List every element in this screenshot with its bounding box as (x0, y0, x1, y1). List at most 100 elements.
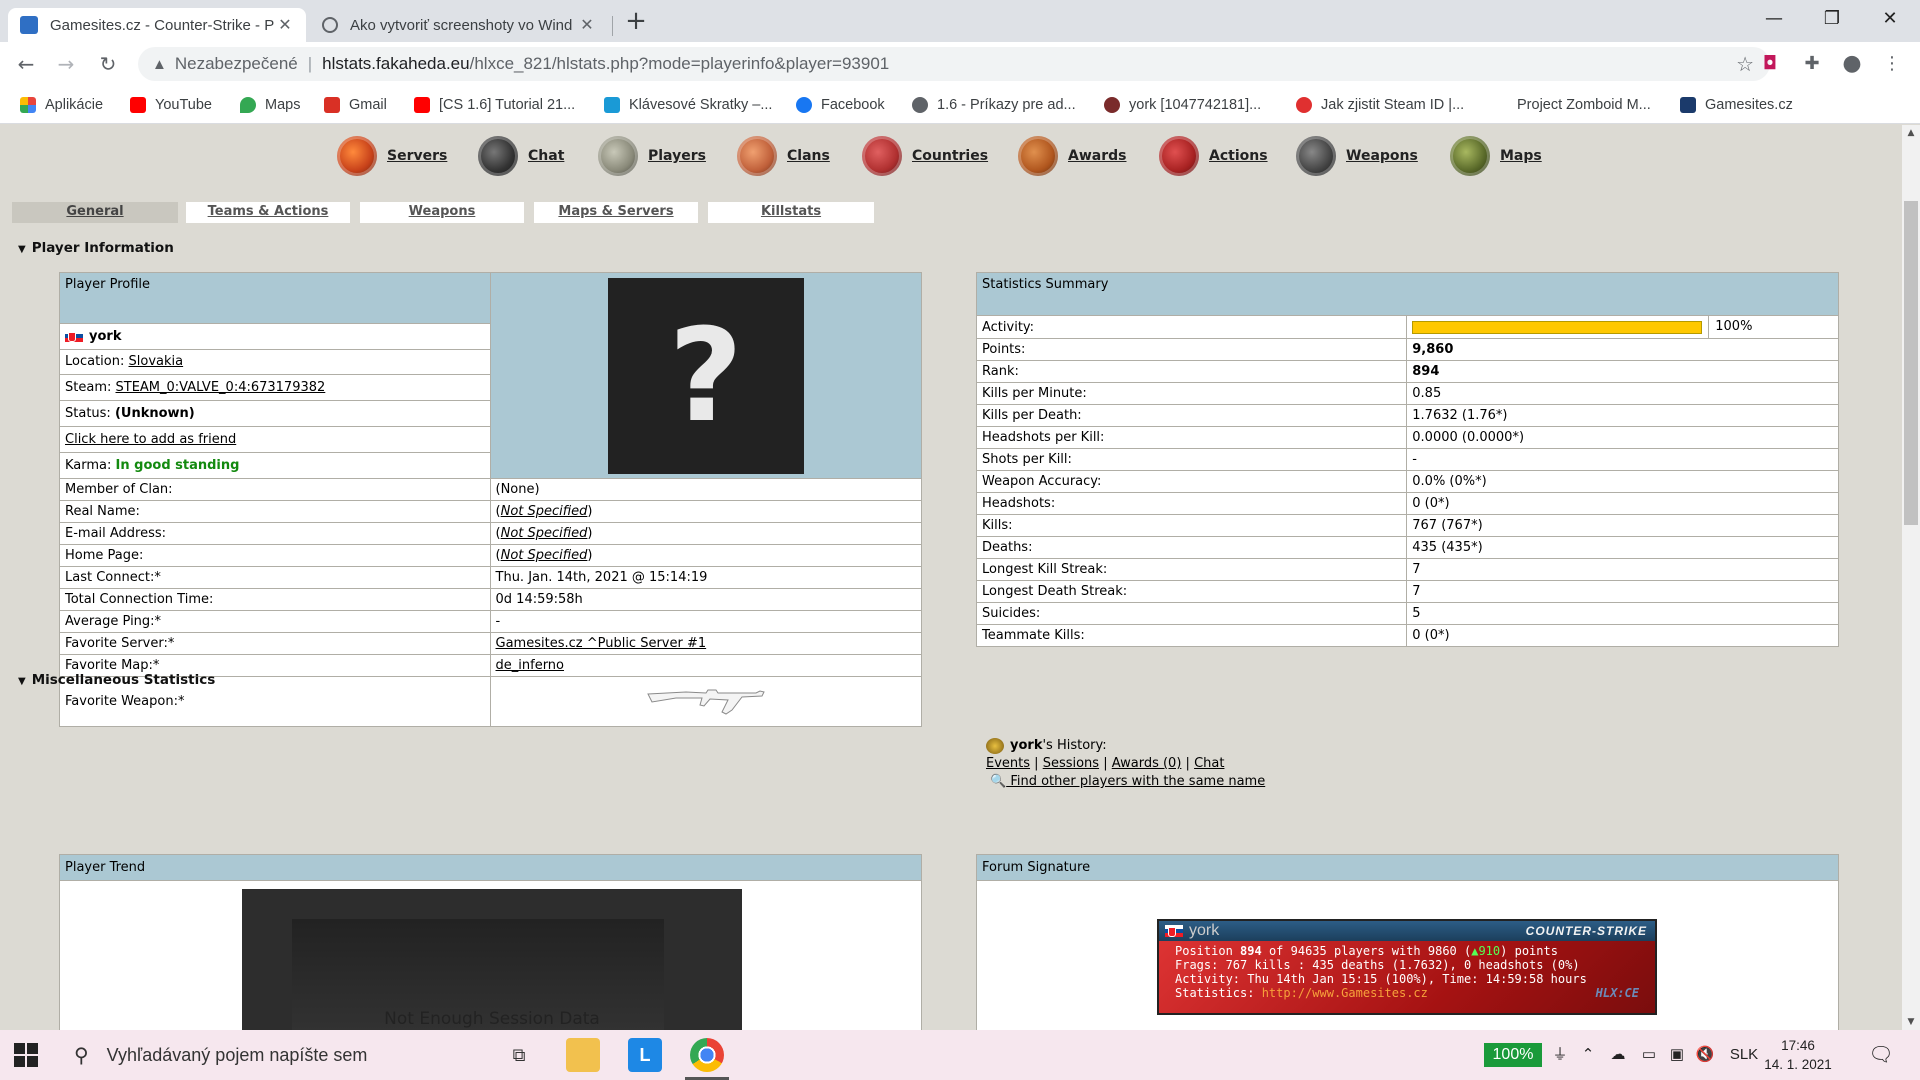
maximize-button[interactable]: ❐ (1804, 0, 1860, 38)
location-link[interactable]: Slovakia (129, 354, 184, 369)
tab-killstats[interactable]: Killstats (708, 202, 874, 223)
favorite-map-link[interactable]: de_inferno (496, 658, 565, 673)
language-indicator[interactable]: SLK (1726, 1030, 1762, 1080)
browser-tab[interactable]: Ako vytvoriť screenshoty vo Wind ✕ (310, 8, 608, 42)
nav-chat[interactable]: Chat (478, 133, 564, 179)
bookmark-facebook[interactable]: Facebook (796, 95, 885, 115)
history-awards-link[interactable]: Awards (0) (1112, 756, 1182, 771)
not-specified-link[interactable]: Not Specified (501, 548, 588, 563)
status-label: Status: (65, 406, 111, 422)
tab-weapons[interactable]: Weapons (360, 202, 524, 223)
bookmark-gmail[interactable]: Gmail (324, 95, 387, 115)
stat-value: 435 (435*) (1406, 536, 1839, 559)
tab-general[interactable]: General (12, 202, 178, 223)
gmail-icon (324, 97, 340, 113)
bookmark-cs-tutorial[interactable]: [CS 1.6] Tutorial 21... (414, 95, 575, 115)
browser-tab-strip: Gamesites.cz - Counter-Strike - P ✕ Ako … (0, 0, 1920, 42)
browser-tab-active[interactable]: Gamesites.cz - Counter-Strike - P ✕ (8, 8, 306, 42)
close-tab-icon[interactable]: ✕ (276, 15, 294, 35)
new-tab-button[interactable]: + (622, 6, 650, 36)
nav-maps[interactable]: Maps (1450, 133, 1542, 179)
sig-text: ) points (1500, 944, 1558, 958)
steam-id-link[interactable]: STEAM_0:VALVE_0:4:673179382 (116, 380, 326, 395)
taskbar-clock[interactable]: 17:46 14. 1. 2021 (1762, 1036, 1834, 1074)
not-specified-link[interactable]: Not Specified (501, 526, 588, 541)
forward-arrow-icon[interactable]: → (50, 48, 82, 80)
scrollbar-thumb[interactable] (1904, 201, 1918, 525)
stat-label: Kills per Death: (975, 404, 1408, 427)
menu-kebab-icon[interactable]: ⋮ (1880, 52, 1904, 76)
nav-weapons[interactable]: Weapons (1296, 133, 1418, 179)
volume-muted-icon[interactable]: 🔇 (1692, 1030, 1718, 1080)
taskbar-search[interactable]: ⚲ Vyhľadávaný pojem napíšte sem (60, 1030, 490, 1080)
power-plug-icon[interactable]: ⏚ (1548, 1030, 1572, 1080)
network-icon[interactable]: ▣ (1664, 1030, 1690, 1080)
ak47-rifle-icon[interactable] (646, 682, 766, 718)
history-chat-link[interactable]: Chat (1194, 756, 1224, 771)
tab-maps-servers[interactable]: Maps & Servers (534, 202, 698, 223)
address-bar[interactable]: ▲ Nezabezpečené | hlstats.fakaheda.eu/hl… (138, 47, 1770, 81)
nav-servers[interactable]: Servers (337, 133, 447, 179)
activity-label: Activity: (975, 315, 1408, 339)
battery-icon[interactable]: ▭ (1636, 1030, 1662, 1080)
actions-icon (1159, 136, 1199, 176)
profile-row-value: - (489, 610, 923, 633)
history-events-link[interactable]: Events (986, 756, 1030, 771)
bookmark-youtube[interactable]: YouTube (130, 95, 212, 115)
onedrive-cloud-icon[interactable]: ☁ (1604, 1030, 1632, 1080)
stat-label: Points: (975, 338, 1408, 361)
windows-taskbar: ⚲ Vyhľadávaný pojem napíšte sem ⧉ L 100%… (0, 1030, 1920, 1080)
page-scrollbar[interactable]: ▲ ▼ (1902, 125, 1920, 1030)
nav-countries[interactable]: Countries (862, 133, 988, 179)
add-friend-link[interactable]: Click here to add as friend (65, 432, 236, 447)
minimize-button[interactable]: — (1746, 0, 1802, 38)
stat-value: 0 (0*) (1406, 624, 1839, 647)
l-app-icon[interactable]: L (628, 1038, 662, 1072)
section-misc-statistics[interactable]: ▼ Miscellaneous Statistics (18, 672, 215, 688)
back-arrow-icon[interactable]: ← (10, 48, 42, 80)
windows-start-icon[interactable] (14, 1043, 38, 1067)
bookmark-maps[interactable]: Maps (240, 95, 300, 115)
close-window-button[interactable]: ✕ (1862, 0, 1918, 38)
nav-awards[interactable]: Awards (1018, 133, 1126, 179)
tab-teams-actions[interactable]: Teams & Actions (186, 202, 350, 223)
bookmark-steam-id[interactable]: Jak zjistit Steam ID |... (1296, 95, 1464, 115)
scroll-up-arrow-icon[interactable]: ▲ (1902, 125, 1920, 141)
notifications-icon[interactable]: 🗨 (1866, 1030, 1896, 1080)
nav-actions[interactable]: Actions (1159, 133, 1268, 179)
bookmark-york[interactable]: york [1047742181]... (1104, 95, 1261, 115)
nav-clans[interactable]: Clans (737, 133, 830, 179)
activity-percent: 100% (1708, 316, 1752, 338)
bookmark-prikazy[interactable]: 1.6 - Príkazy pre ad... (912, 95, 1076, 115)
extensions-puzzle-icon[interactable]: ✚ (1800, 52, 1824, 76)
chrome-icon[interactable] (690, 1038, 724, 1072)
bookmark-gamesites[interactable]: Gamesites.cz (1680, 95, 1793, 115)
chevron-up-icon[interactable]: ⌃ (1576, 1030, 1600, 1080)
nav-players[interactable]: Players (598, 133, 706, 179)
not-specified-link[interactable]: Not Specified (501, 504, 588, 519)
bookmark-zomboid[interactable]: Project Zomboid M... (1492, 95, 1651, 115)
close-tab-icon[interactable]: ✕ (578, 15, 596, 35)
scroll-down-arrow-icon[interactable]: ▼ (1902, 1014, 1920, 1030)
bookmark-skratky[interactable]: Klávesové Skratky –... (604, 95, 772, 115)
section-player-information[interactable]: ▼ Player Information (18, 240, 174, 256)
task-view-icon[interactable]: ⧉ (502, 1038, 536, 1072)
activity-cell: 100% (1406, 315, 1839, 339)
battery-indicator[interactable]: 100% (1484, 1043, 1542, 1067)
favorite-server-link[interactable]: Gamesites.cz ^Public Server #1 (496, 636, 707, 651)
bookmark-star-icon[interactable]: ☆ (1736, 52, 1754, 77)
history-sessions-link[interactable]: Sessions (1043, 756, 1099, 771)
profile-row-label: Member of Clan: (59, 478, 491, 501)
karma-cell: Karma: In good standing (59, 452, 491, 479)
file-explorer-icon[interactable] (566, 1038, 600, 1072)
forum-signature-image[interactable]: york COUNTER-STRIKE Position 894 of 9463… (1157, 919, 1657, 1015)
pocket-extension-icon[interactable]: ◘ (1758, 52, 1782, 76)
reload-icon[interactable]: ↻ (92, 48, 124, 80)
bookmark-apps[interactable]: Aplikácie (20, 95, 103, 115)
magnifier-icon: 🔍 (990, 774, 1007, 789)
nav-label: Awards (1068, 148, 1127, 164)
forum-signature-header: Forum Signature (977, 855, 1838, 881)
tab-separator (612, 16, 613, 36)
profile-avatar-icon[interactable]: ● (1840, 52, 1864, 76)
find-same-name-link[interactable]: Find other players with the same name (1006, 774, 1265, 789)
